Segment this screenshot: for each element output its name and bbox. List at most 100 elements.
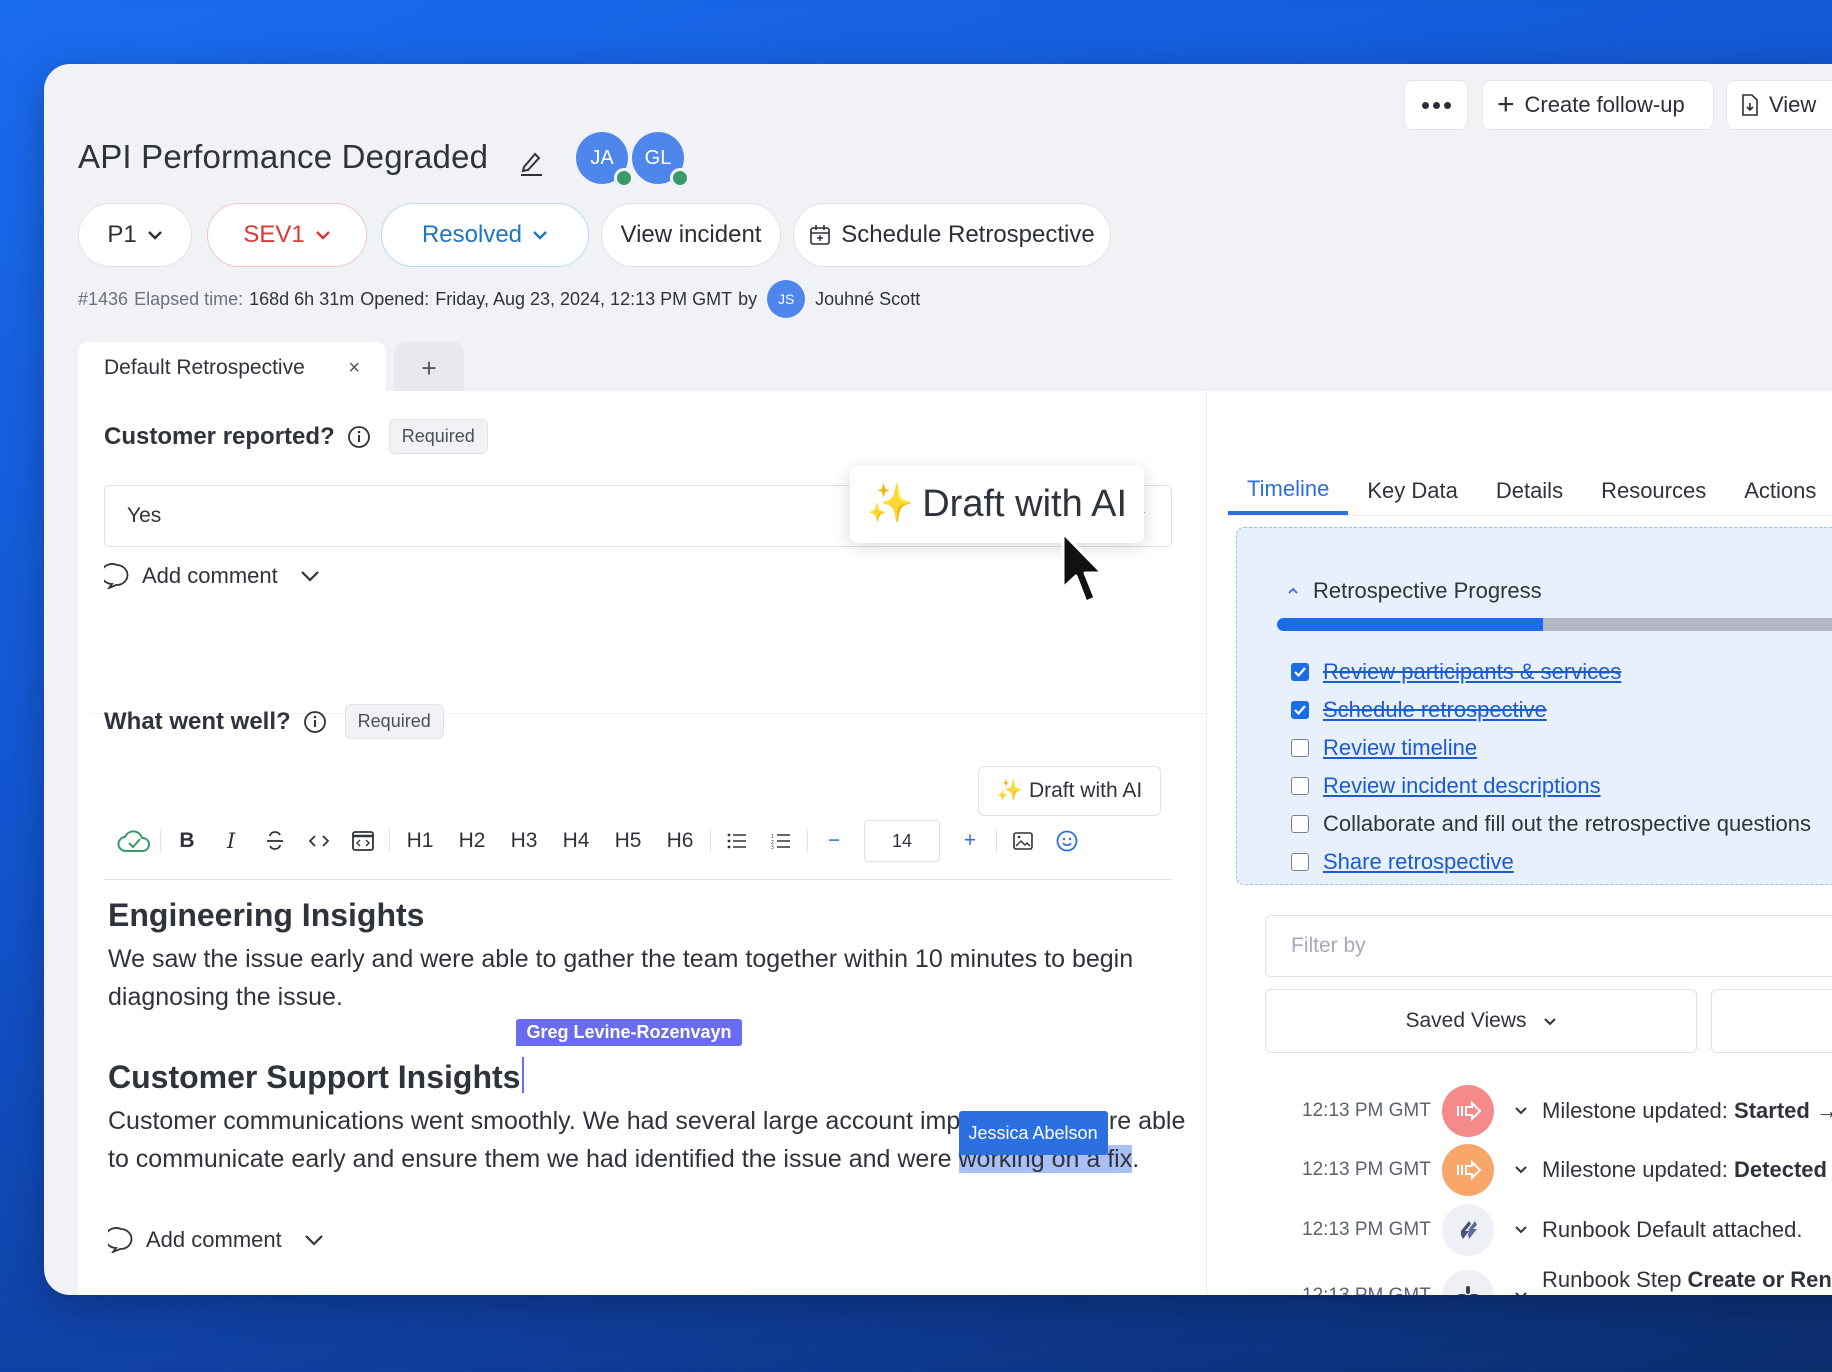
heading-5-button[interactable]: H5: [602, 821, 654, 861]
rich-text-editor[interactable]: Engineering Insights We saw the issue ea…: [108, 897, 1188, 1016]
checklist-label: Collaborate and fill out the retrospecti…: [1323, 811, 1811, 836]
checklist-item: Schedule retrospective: [1291, 691, 1811, 729]
heading-6-button[interactable]: H6: [654, 821, 706, 861]
incident-id: #1436: [78, 288, 129, 309]
numbered-list-button[interactable]: 123: [759, 821, 803, 861]
close-tab-icon[interactable]: ×: [348, 357, 360, 380]
image-icon: [1013, 832, 1033, 850]
right-panel-tabs: Timeline Key Data Details Resources Acti…: [1228, 391, 1832, 515]
toolbar-separator: [710, 829, 711, 853]
draft-with-ai-button[interactable]: ✨ Draft with AI: [978, 766, 1161, 816]
calendar-add-icon: [810, 225, 831, 245]
saved-views-dropdown[interactable]: Saved Views: [1265, 989, 1697, 1053]
online-status-indicator: [670, 168, 690, 188]
tab-default-retrospective[interactable]: Default Retrospective ×: [78, 342, 386, 394]
checklist-link[interactable]: Share retrospective: [1323, 849, 1514, 875]
checkbox[interactable]: [1291, 663, 1309, 681]
view-incident-button[interactable]: View incident: [601, 203, 781, 267]
sparkle-icon: ✨: [866, 483, 915, 525]
timeline-event[interactable]: 12:13 PM GMT Runbook Default attached.: [1302, 1204, 1803, 1256]
incident-title: API Performance Degraded: [78, 138, 489, 175]
avatar-gl[interactable]: GL: [632, 132, 690, 188]
runbook-icon: [1442, 1204, 1494, 1256]
emoji-button[interactable]: [1045, 821, 1089, 861]
timeline-filter-input[interactable]: Filter by: [1265, 915, 1832, 977]
rich-text-editor-section[interactable]: Customer Support Insights Greg Levine-Ro…: [108, 1019, 1188, 1178]
code-icon: [309, 835, 329, 847]
editor-paragraph: We saw the issue early and were able to …: [108, 945, 1134, 1011]
tab-actions[interactable]: Actions: [1725, 467, 1832, 515]
bullet-list-button[interactable]: [715, 821, 759, 861]
view-report-button[interactable]: View: [1726, 80, 1832, 130]
checkbox[interactable]: [1291, 777, 1309, 795]
heading-3-button[interactable]: H3: [498, 821, 550, 861]
avatar-ja[interactable]: JA: [576, 132, 634, 188]
decrease-font-button[interactable]: −: [812, 821, 856, 861]
tab-timeline[interactable]: Timeline: [1228, 467, 1349, 515]
code-block-button[interactable]: [341, 821, 385, 861]
timeline-event[interactable]: 12:13 PM GMT Milestone updated: Detected …: [1302, 1144, 1832, 1196]
expand-chevron-icon[interactable]: [1514, 1161, 1530, 1179]
strikethrough-button[interactable]: [253, 821, 297, 861]
progress-toggle[interactable]: Retrospective Progress: [1287, 578, 1542, 604]
owner-name[interactable]: Jouhné Scott: [815, 289, 920, 310]
tab-details[interactable]: Details: [1477, 467, 1582, 515]
collaborator-label: Jessica Abelson: [958, 1111, 1108, 1155]
info-icon[interactable]: [347, 425, 371, 449]
expand-chevron-icon[interactable]: [1514, 1102, 1530, 1120]
opened-date: Friday, Aug 23, 2024, 12:13 PM GMT: [435, 288, 733, 309]
checkbox[interactable]: [1291, 853, 1309, 871]
add-tab-button[interactable]: +: [394, 342, 464, 394]
font-size-input[interactable]: 14: [864, 820, 940, 862]
tab-key-data[interactable]: Key Data: [1348, 467, 1477, 515]
app-window: + Create follow-up View API Performance …: [44, 64, 1832, 1295]
add-timeline-event-button[interactable]: +: [1711, 989, 1832, 1053]
severity-dropdown[interactable]: SEV1: [207, 203, 367, 267]
heading-1-button[interactable]: H1: [394, 821, 446, 861]
more-options-button[interactable]: [1404, 80, 1468, 130]
status-dropdown[interactable]: Resolved: [381, 203, 589, 267]
heading-4-button[interactable]: H4: [550, 821, 602, 861]
checkbox[interactable]: [1291, 815, 1309, 833]
chevron-up-icon: [1288, 587, 1298, 594]
milestone-icon: [1442, 1144, 1494, 1196]
checklist-link[interactable]: Schedule retrospective: [1323, 697, 1547, 723]
create-follow-up-button[interactable]: + Create follow-up: [1482, 80, 1714, 130]
checklist-item: Share retrospective: [1291, 843, 1811, 881]
insert-image-button[interactable]: [1001, 821, 1045, 861]
timeline-event[interactable]: 12:13 PM GMT Milestone updated: Started →…: [1302, 1085, 1832, 1137]
expand-chevron-icon[interactable]: [1514, 1221, 1530, 1239]
edit-pencil-icon[interactable]: [518, 148, 544, 176]
code-block-icon: [352, 831, 374, 851]
slack-icon: [1442, 1270, 1494, 1295]
milestone-icon: [1442, 1085, 1494, 1137]
checklist-link[interactable]: Review timeline: [1323, 735, 1477, 761]
add-comment-toggle[interactable]: Add comment: [108, 1227, 324, 1253]
toolbar-divider: [104, 879, 1172, 880]
mouse-pointer-icon: [1061, 531, 1104, 604]
retrospective-progress-panel: Retrospective Progress Review participan…: [1236, 527, 1832, 885]
expand-chevron-icon[interactable]: [1514, 1287, 1530, 1295]
bold-button[interactable]: B: [165, 821, 209, 861]
increase-font-button[interactable]: +: [948, 821, 992, 861]
checklist-link[interactable]: Review participants & services: [1323, 659, 1621, 685]
owner-avatar[interactable]: JS: [767, 280, 806, 318]
tab-resources[interactable]: Resources: [1582, 467, 1725, 515]
timeline-event[interactable]: 12:13 PM GMT Runbook Step Create or Renam…: [1302, 1267, 1832, 1295]
progress-bar: [1277, 618, 1832, 631]
info-icon[interactable]: [303, 710, 327, 734]
incident-meta: #1436 Elapsed time: 168d 6h 31m Opened: …: [78, 280, 920, 318]
comment-bubble-icon: [104, 563, 129, 589]
chevron-down-icon: [300, 571, 319, 582]
add-comment-toggle[interactable]: Add comment: [104, 563, 320, 589]
schedule-retrospective-button[interactable]: Schedule Retrospective: [793, 203, 1111, 267]
italic-button[interactable]: I: [209, 821, 253, 861]
checkbox[interactable]: [1291, 739, 1309, 757]
toolbar-separator: [389, 829, 390, 853]
checklist-link[interactable]: Review incident descriptions: [1323, 773, 1601, 799]
checkbox[interactable]: [1291, 701, 1309, 719]
heading-2-button[interactable]: H2: [446, 821, 498, 861]
checklist-item: Review incident descriptions: [1291, 767, 1811, 805]
priority-dropdown[interactable]: P1: [78, 203, 192, 267]
inline-code-button[interactable]: [297, 821, 341, 861]
